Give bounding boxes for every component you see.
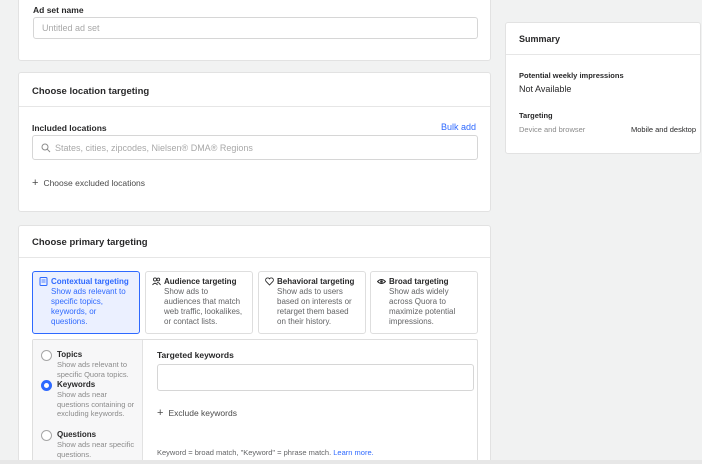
questions-desc: Show ads near specific questions. (57, 440, 135, 459)
tile-contextual-targeting[interactable]: Contextual targeting Show ads relevant t… (32, 271, 140, 334)
keywords-label: Keywords (57, 380, 96, 389)
impressions-value: Not Available (519, 84, 572, 94)
plus-icon: + (32, 177, 39, 189)
search-icon (41, 143, 51, 152)
location-divider (19, 106, 490, 107)
ad-set-name-label: Ad set name (33, 5, 84, 15)
tile-behavioral-desc: Show ads to users based on interests or … (277, 287, 352, 326)
option-questions[interactable]: Questions Show ads near specific questio… (41, 430, 137, 459)
location-search-placeholder: States, cities, zipcodes, Nielsen® DMA® … (55, 142, 253, 153)
contextual-type-list: Topics Show ads relevant to specific Quo… (33, 340, 143, 464)
ad-set-name-input[interactable]: Untitled ad set (33, 17, 478, 39)
tile-broad-title: Broad targeting (389, 277, 449, 286)
topics-radio[interactable] (41, 350, 52, 361)
questions-label: Questions (57, 430, 97, 439)
keywords-desc: Show ads near questions containing or ex… (57, 390, 135, 418)
tile-audience-title: Audience targeting (164, 277, 237, 286)
people-icon (152, 277, 161, 286)
topics-desc: Show ads relevant to specific Quora topi… (57, 360, 129, 379)
tile-audience-desc: Show ads to audiences that match web tra… (164, 287, 243, 326)
eye-icon (377, 279, 386, 284)
learn-more-link[interactable]: Learn more. (333, 448, 373, 457)
summary-card: Summary Potential weekly impressions Not… (505, 22, 701, 154)
summary-divider (506, 54, 700, 55)
device-browser-key: Device and browser (519, 125, 586, 134)
contextual-options-panel: Topics Show ads relevant to specific Quo… (32, 339, 478, 464)
choose-excluded-locations-label: Choose excluded locations (43, 178, 146, 188)
tile-behavioral-targeting[interactable]: Behavioral targeting Show ads to users b… (258, 271, 366, 334)
plus-icon: + (157, 407, 164, 419)
device-browser-value: Mobile and desktop (630, 125, 696, 134)
primary-targeting-card: Choose primary targeting Contextual targ… (18, 225, 491, 464)
choose-excluded-locations-link[interactable]: + Choose excluded locations (32, 177, 145, 189)
ad-set-name-card: Ad set name Untitled ad set (18, 0, 491, 61)
keyword-match-text: Keyword = broad match, "Keyword" = phras… (157, 448, 332, 457)
primary-divider (19, 257, 490, 258)
targeted-keywords-label: Targeted keywords (157, 350, 234, 360)
tile-broad-targeting[interactable]: Broad targeting Show ads widely across Q… (370, 271, 478, 334)
primary-section-title: Choose primary targeting (32, 237, 148, 248)
questions-radio[interactable] (41, 430, 52, 441)
exclude-keywords-label: Exclude keywords (168, 408, 237, 418)
heart-icon (265, 277, 274, 286)
keyword-match-footnote: Keyword = broad match, "Keyword" = phras… (157, 448, 374, 457)
location-targeting-card: Choose location targeting Included locat… (18, 72, 491, 212)
tile-broad-desc: Show ads widely across Quora to maximize… (389, 287, 456, 326)
targeting-label: Targeting (519, 111, 553, 120)
exclude-keywords-link[interactable]: + Exclude keywords (157, 407, 237, 419)
topics-label: Topics (57, 350, 83, 359)
bulk-add-link[interactable]: Bulk add (441, 122, 476, 132)
tile-contextual-desc: Show ads relevant to specific topics, ke… (51, 287, 126, 326)
tile-contextual-title: Contextual targeting (51, 277, 129, 286)
bottom-strip (0, 460, 702, 464)
included-locations-label: Included locations (32, 123, 107, 133)
impressions-label: Potential weekly impressions (519, 71, 624, 80)
location-search-input[interactable]: States, cities, zipcodes, Nielsen® DMA® … (32, 135, 478, 160)
option-keywords[interactable]: Keywords Show ads near questions contain… (41, 380, 137, 419)
option-topics[interactable]: Topics Show ads relevant to specific Quo… (41, 350, 137, 379)
tile-audience-targeting[interactable]: Audience targeting Show ads to audiences… (145, 271, 253, 334)
document-icon (39, 277, 48, 286)
targeted-keywords-input[interactable] (157, 364, 474, 391)
location-section-title: Choose location targeting (32, 86, 150, 97)
summary-title: Summary (519, 34, 561, 44)
keywords-radio[interactable] (41, 380, 52, 391)
tile-behavioral-title: Behavioral targeting (277, 277, 355, 286)
ad-set-name-placeholder: Untitled ad set (42, 23, 100, 33)
